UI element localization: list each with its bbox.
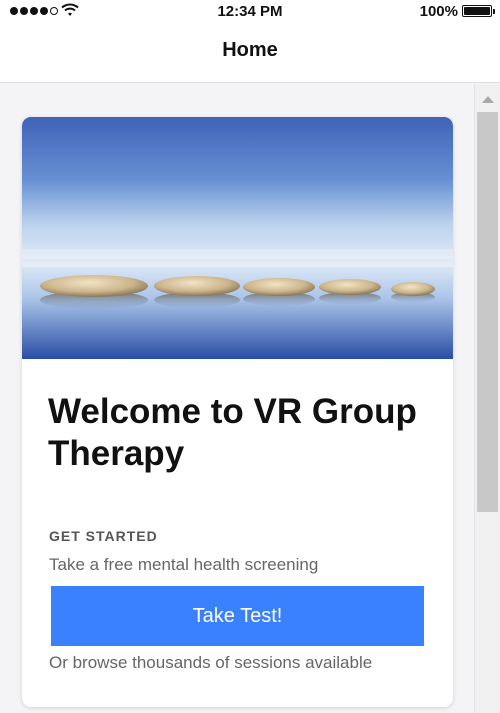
welcome-card: Welcome to VR Group Therapy GET STARTED … — [22, 117, 453, 707]
navigation-bar: Home — [0, 24, 500, 83]
vertical-scrollbar[interactable] — [474, 84, 500, 713]
browse-sessions-text: Or browse thousands of sessions availabl… — [49, 653, 373, 672]
welcome-title: Welcome to VR Group Therapy — [48, 392, 417, 473]
zen-stones-water-photo — [22, 117, 453, 359]
battery-percentage: 100% — [419, 3, 458, 20]
page-title: Home — [222, 39, 278, 61]
status-bar: 12:34 PM 100% — [0, 0, 500, 24]
scroll-up-arrow-icon[interactable] — [482, 96, 494, 103]
get-started-label: GET STARTED — [49, 528, 158, 544]
screening-description: Take a free mental health screening — [49, 555, 319, 574]
scroll-thumb[interactable] — [477, 112, 498, 512]
battery-fill — [464, 7, 490, 15]
take-test-button[interactable]: Take Test! — [51, 586, 424, 646]
battery-icon — [462, 5, 495, 17]
